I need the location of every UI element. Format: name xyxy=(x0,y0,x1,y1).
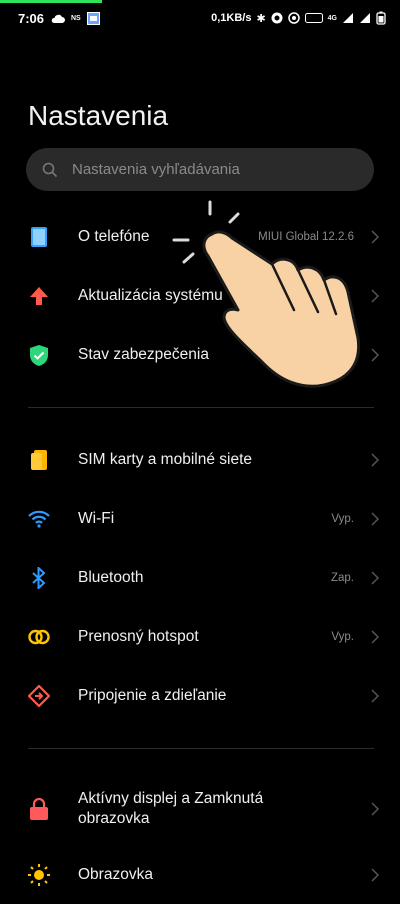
settings-item-lock-screen[interactable]: Aktívny displej a Zamknutá obrazovka xyxy=(0,778,400,840)
settings-item-label: Obrazovka xyxy=(78,866,153,883)
chevron-right-icon xyxy=(371,802,380,816)
lock-icon xyxy=(28,798,50,820)
signal-icon-2 xyxy=(360,13,370,23)
bluetooth-status-icon: ✱ xyxy=(256,12,266,25)
settings-notification-icon xyxy=(271,12,283,24)
update-arrow-icon xyxy=(28,285,50,307)
section-divider xyxy=(28,748,374,749)
settings-item-bluetooth[interactable]: Bluetooth Zap. xyxy=(0,549,400,607)
status-time: 7:06 xyxy=(18,11,45,26)
tap-hand-icon xyxy=(172,200,361,388)
settings-item-value: Vyp. xyxy=(331,513,354,525)
chevron-right-icon xyxy=(371,289,380,303)
status-bar: 7:06 NS 0,1KB/s ✱ 4G xyxy=(0,4,400,32)
wifi-icon xyxy=(28,508,50,530)
battery-icon xyxy=(376,11,386,25)
bluetooth-icon xyxy=(28,567,50,589)
search-input[interactable]: Nastavenia vyhľadávania xyxy=(26,148,374,191)
hotspot-icon xyxy=(28,626,50,648)
settings-item-label: Aktívny displej a Zamknutá obrazovka xyxy=(78,790,264,827)
app-notification-icon xyxy=(86,12,100,25)
chevron-right-icon xyxy=(371,571,380,585)
chevron-right-icon xyxy=(371,348,380,362)
section-divider xyxy=(28,407,374,408)
chevron-right-icon xyxy=(371,512,380,526)
chevron-right-icon xyxy=(371,689,380,703)
settings-item-label: Wi-Fi xyxy=(78,510,115,527)
ns-badge: NS xyxy=(71,15,81,22)
share-icon xyxy=(28,685,50,707)
page-title: Nastavenia xyxy=(28,100,169,131)
search-icon xyxy=(42,162,58,177)
settings-item-hotspot[interactable]: Prenosný hotspot Vyp. xyxy=(0,608,400,666)
settings-item-connection-sharing[interactable]: Pripojenie a zdieľanie xyxy=(0,667,400,725)
status-accent-bar xyxy=(0,0,102,3)
net-speed: 0,1KB/s xyxy=(211,12,252,24)
settings-item-label: Pripojenie a zdieľanie xyxy=(78,687,227,704)
settings-item-value: Vyp. xyxy=(331,631,354,643)
sun-icon xyxy=(28,864,50,886)
settings-item-label: O telefóne xyxy=(78,228,150,245)
settings-item-display[interactable]: Obrazovka xyxy=(0,846,400,904)
shield-check-icon xyxy=(28,344,50,366)
signal-icon xyxy=(343,13,353,23)
settings-item-value: Zap. xyxy=(330,572,354,584)
settings-item-label: SIM karty a mobilné siete xyxy=(78,451,253,468)
sim-icon xyxy=(28,449,50,471)
search-placeholder: Nastavenia vyhľadávania xyxy=(72,161,240,178)
cloud-icon xyxy=(51,14,65,23)
chevron-right-icon xyxy=(371,453,380,467)
alarm-status-icon xyxy=(287,12,300,24)
chevron-right-icon xyxy=(371,868,380,882)
volte-icon xyxy=(304,13,323,23)
chevron-right-icon xyxy=(371,230,380,244)
settings-item-wifi[interactable]: Wi-Fi Vyp. xyxy=(0,490,400,548)
settings-item-label: Bluetooth xyxy=(78,569,144,586)
chevron-right-icon xyxy=(371,630,380,644)
settings-item-sim-networks[interactable]: SIM karty a mobilné siete xyxy=(0,431,400,489)
settings-item-label: Prenosný hotspot xyxy=(78,628,199,645)
phone-icon xyxy=(28,226,50,248)
network-type: 4G xyxy=(327,14,337,22)
